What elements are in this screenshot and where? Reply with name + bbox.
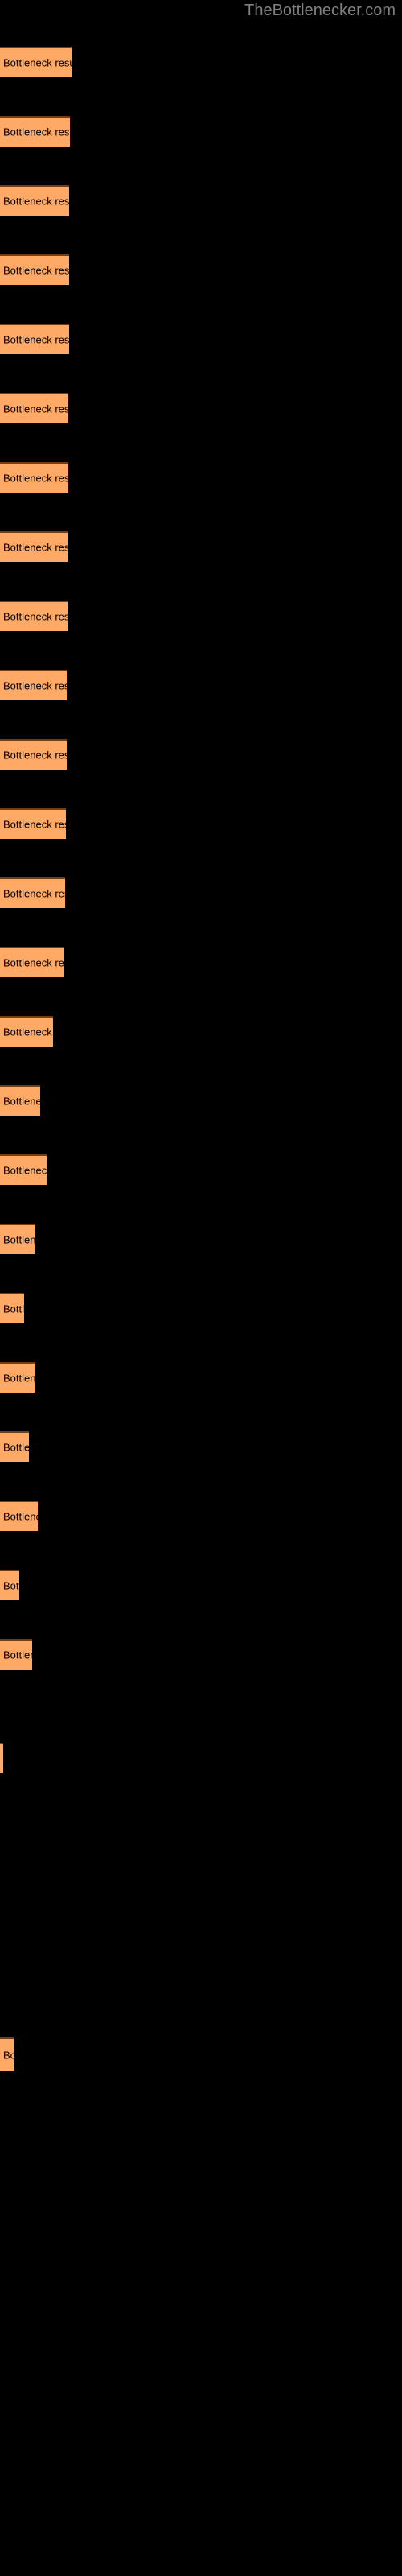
bar-label: Bottleneck result <box>3 1579 19 1592</box>
bottleneck-result-bar[interactable]: Bottleneck result <box>0 531 68 562</box>
bar-row: Bottleneck result <box>0 739 402 770</box>
bottleneck-result-bar[interactable]: Bottleneck result <box>0 1501 38 1531</box>
bottleneck-result-bar[interactable]: Bottleneck result <box>0 808 66 839</box>
bar-label: Bottleneck result <box>3 1164 47 1177</box>
bar-row: Bottleneck result <box>0 1639 402 1670</box>
bar-row: Bottleneck result <box>0 947 402 977</box>
bar-row: Bottleneck result <box>0 47 402 77</box>
bar-row: Bottleneck result <box>0 324 402 354</box>
bar-label: Bottleneck result <box>3 1302 24 1315</box>
bottleneck-chart: TheBottlenecker.com Bottleneck result Bot… <box>0 0 402 2576</box>
bottleneck-result-bar[interactable]: Bottleneck result <box>0 393 68 423</box>
bar-row: Bottleneck result <box>0 185 402 216</box>
bar-row: Bottleneck result <box>0 877 402 908</box>
bottleneck-result-bar[interactable]: Bottleneck result <box>0 1362 35 1393</box>
bottleneck-result-bar[interactable]: Bottleneck result <box>0 1016 53 1046</box>
bar-label: Bottleneck result <box>3 887 65 900</box>
bar-row: Bottleneck result <box>0 393 402 423</box>
bar-label: Bottleneck result <box>3 195 69 208</box>
bar-label: Bottleneck result <box>3 1372 35 1385</box>
bar-row: Bottleneck result <box>0 808 402 839</box>
bar-label: Bottleneck result <box>3 1026 53 1038</box>
bar-label: Bottleneck result <box>3 402 68 415</box>
bottleneck-result-bar[interactable]: Bottleneck result <box>0 1224 35 1254</box>
bar-row: Bottleneck result <box>0 254 402 285</box>
bottleneck-result-bar[interactable]: Bottleneck result <box>0 324 69 354</box>
bar-label: Bottleneck result <box>3 472 68 485</box>
bottleneck-result-bar[interactable]: Bottleneck result <box>0 739 67 770</box>
bar-label: Bottleneck result <box>3 2049 14 2062</box>
bottleneck-result-bar[interactable]: Bottleneck result <box>0 185 69 216</box>
bar-row: Bottleneck result <box>0 1570 402 1600</box>
bar-label: Bottleneck result <box>3 1441 29 1454</box>
bottleneck-result-bar[interactable]: Bottleneck result <box>0 670 67 700</box>
bottleneck-result-bar[interactable]: Bottleneck result <box>0 1431 29 1462</box>
bar-row: Bottleneck result <box>0 531 402 562</box>
bar-row: Bottleneck result <box>0 2037 402 2071</box>
site-title: TheBottlenecker.com <box>244 2 396 19</box>
bottleneck-result-bar[interactable]: Bottleneck result <box>0 1154 47 1185</box>
bar-label: Bottleneck result <box>3 1233 35 1246</box>
bar-row: Bottleneck result <box>0 1085 402 1116</box>
bar-row: Bottleneck result <box>0 1293 402 1323</box>
bottleneck-result-bar[interactable]: Bottleneck result <box>0 601 68 631</box>
bar-label: Bottleneck result <box>3 333 69 346</box>
bar-row: Bottleneck result <box>0 1362 402 1393</box>
bottleneck-result-bar[interactable]: Bottleneck result <box>0 1639 32 1670</box>
bottleneck-result-bar[interactable]: Bottleneck result <box>0 947 64 977</box>
bottleneck-result-bar[interactable]: Bottleneck result <box>0 877 65 908</box>
bottleneck-result-bar[interactable]: Bottleneck result <box>0 462 68 493</box>
bar-label: Bottleneck result <box>3 679 67 692</box>
bottleneck-result-bar[interactable]: Bottleneck result <box>0 1085 40 1116</box>
bar-label: Bottleneck result <box>3 126 70 138</box>
bar-row: Bottleneck result <box>0 1501 402 1531</box>
bar-row: Bottleneck result <box>0 462 402 493</box>
bottleneck-result-bar[interactable]: Bottleneck result <box>0 1570 19 1600</box>
bar-row: Bottleneck result <box>0 1743 402 1773</box>
bottleneck-result-bar[interactable]: Bottleneck result <box>0 1293 24 1323</box>
bar-row: Bottleneck result <box>0 1431 402 1462</box>
bar-label: Bottleneck result <box>3 1649 32 1662</box>
bar-row: Bottleneck result <box>0 601 402 631</box>
bar-label: Bottleneck result <box>3 956 64 969</box>
bar-row: Bottleneck result <box>0 1224 402 1254</box>
bar-row: Bottleneck result <box>0 670 402 700</box>
bar-label: Bottleneck result <box>3 818 66 831</box>
bottleneck-result-bar[interactable]: Bottleneck result <box>0 116 70 147</box>
bar-label: Bottleneck result <box>3 56 72 69</box>
bar-label: Bottleneck result <box>3 541 68 554</box>
bar-label: Bottleneck result <box>3 1095 40 1108</box>
bar-row: Bottleneck result <box>0 116 402 147</box>
bar-row: Bottleneck result <box>0 1154 402 1185</box>
bar-row: Bottleneck result <box>0 1016 402 1046</box>
bar-label: Bottleneck result <box>3 1510 38 1523</box>
bottleneck-result-bar[interactable]: Bottleneck result <box>0 2037 14 2071</box>
bar-label: Bottleneck result <box>3 264 69 277</box>
bottleneck-result-bar[interactable]: Bottleneck result <box>0 254 69 285</box>
bar-label: Bottleneck result <box>3 610 68 623</box>
bottleneck-result-bar[interactable]: Bottleneck result <box>0 47 72 77</box>
bar-label: Bottleneck result <box>3 749 67 762</box>
bottleneck-result-bar[interactable]: Bottleneck result <box>0 1743 3 1773</box>
